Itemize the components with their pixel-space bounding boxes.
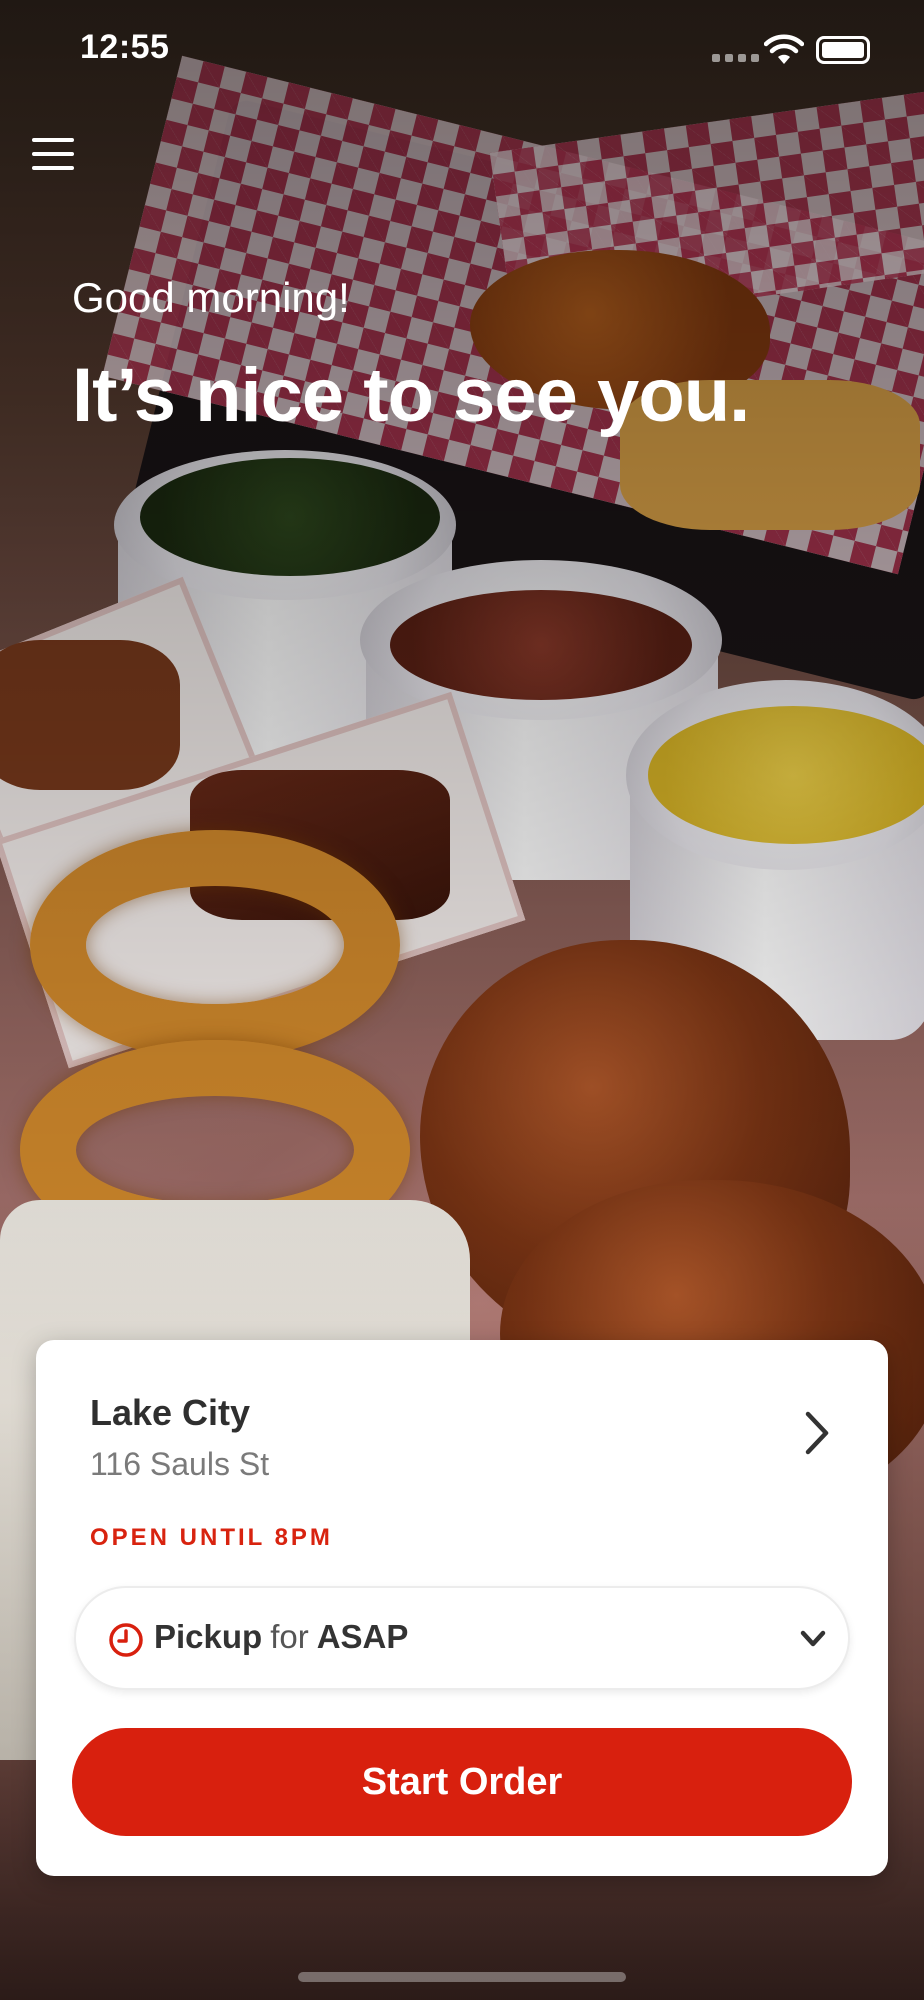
chevron-right-icon[interactable] <box>796 1406 836 1460</box>
home-indicator[interactable] <box>298 1972 626 1982</box>
order-mode-type: Pickup <box>154 1618 263 1655</box>
chevron-down-icon <box>800 1630 826 1647</box>
order-mode-connector: for <box>270 1618 309 1655</box>
greeting-salutation: Good morning! <box>72 274 350 321</box>
location-name: Lake City <box>90 1392 251 1433</box>
order-mode-label: Pickup for ASAP <box>154 1618 408 1656</box>
battery-icon <box>816 36 870 64</box>
location-card: Lake City 116 Sauls St OPEN UNTIL 8PM Pi… <box>36 1340 888 1876</box>
start-order-button[interactable]: Start Order <box>72 1728 852 1836</box>
status-bar-time: 12:55 <box>80 28 170 66</box>
clock-icon <box>109 1623 143 1657</box>
wifi-icon <box>764 34 804 64</box>
greeting-headline: It’s nice to see you. <box>72 353 750 438</box>
order-mode-time: ASAP <box>316 1618 409 1655</box>
hours-status: OPEN UNTIL 8PM <box>90 1524 333 1551</box>
order-mode-dropdown[interactable]: Pickup for ASAP <box>74 1586 850 1690</box>
location-address: 116 Sauls St <box>90 1446 270 1482</box>
cellular-signal-icon <box>712 54 759 62</box>
hamburger-menu-icon[interactable] <box>32 138 74 176</box>
